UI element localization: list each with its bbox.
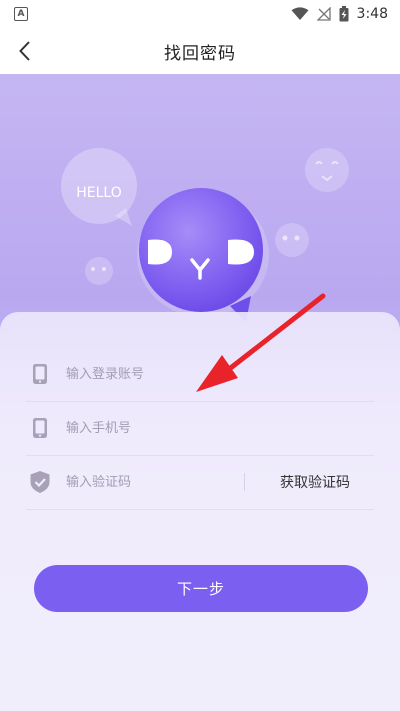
get-code-button[interactable]: 获取验证码 [280,472,350,492]
notification-a-icon: A [14,7,28,21]
page-title: 找回密码 [164,43,236,64]
status-time: 3:48 [356,6,388,22]
phone-icon [28,416,52,440]
hero-illustration: HELLO [61,148,349,322]
small-face-bubble-icon [85,257,113,285]
account-field [26,347,374,402]
account-input[interactable] [64,365,268,383]
code-field: 获取验证码 [26,455,374,510]
phone-icon [28,362,52,386]
no-signal-icon [316,7,331,21]
form-card: 获取验证码 [0,312,400,711]
status-bar: A 3:48 [0,0,400,28]
phone-input[interactable] [64,419,268,437]
phone-field [26,401,374,456]
next-step-button[interactable]: 下一步 [34,565,368,612]
code-input[interactable] [64,473,218,491]
title-bar: 找回密码 [0,28,400,74]
chevron-left-icon [19,41,30,61]
wifi-icon [291,7,309,20]
field-divider [244,473,245,491]
small-face-bubble-icon [275,223,309,257]
small-face-bubble-icon [305,148,349,192]
battery-charging-icon [339,6,349,22]
back-button[interactable] [10,36,40,66]
hello-text: HELLO [76,185,122,201]
shield-check-icon [28,470,52,494]
dyd-chat-bubble-icon [137,188,269,322]
status-icons: 3:48 [291,6,388,22]
